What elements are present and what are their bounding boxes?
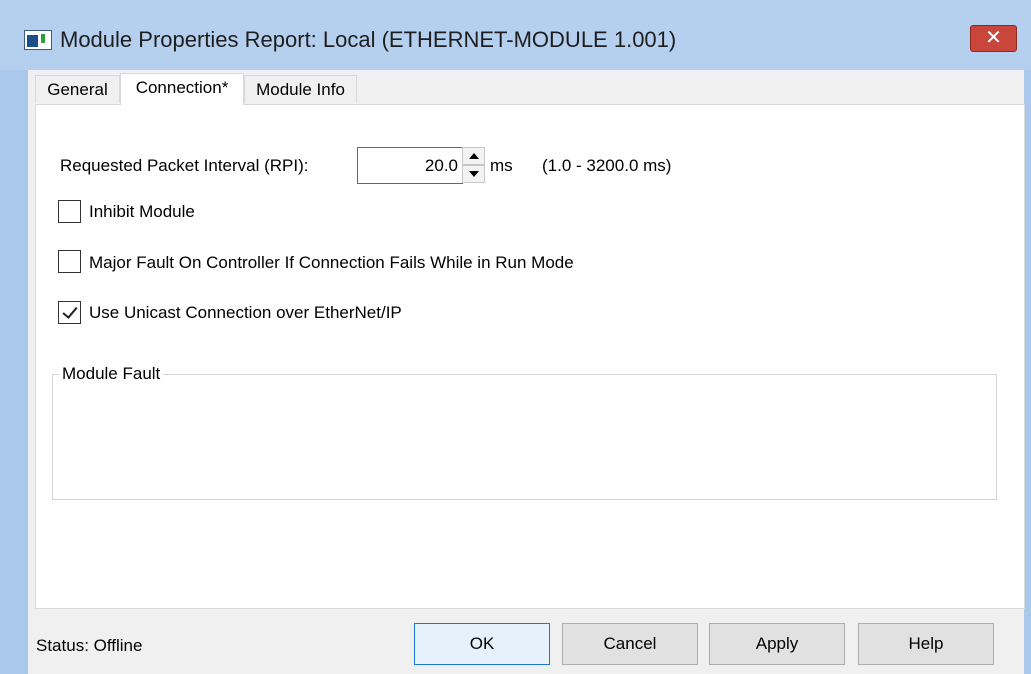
rpi-spinner[interactable] — [462, 147, 485, 184]
rpi-range: (1.0 - 3200.0 ms) — [542, 156, 672, 175]
app-icon — [24, 30, 52, 50]
connection-tab-panel — [35, 104, 1025, 609]
module-properties-window: Module Properties Report: Local (ETHERNE… — [0, 0, 1031, 674]
tab-connection[interactable]: Connection* — [120, 73, 244, 105]
module-fault-group: Module Fault — [52, 364, 997, 500]
help-button[interactable]: Help — [858, 623, 994, 665]
rpi-unit: ms — [490, 156, 513, 175]
rpi-label: Requested Packet Interval (RPI): — [60, 156, 309, 175]
major-fault-checkbox[interactable] — [58, 250, 81, 273]
title-bar[interactable]: Module Properties Report: Local (ETHERNE… — [0, 0, 1031, 70]
arrow-down-icon — [469, 171, 479, 177]
unicast-connection-checkbox[interactable] — [58, 301, 81, 324]
arrow-up-icon — [469, 153, 479, 159]
module-fault-legend: Module Fault — [59, 364, 164, 384]
tab-strip: General Connection* Module Info — [28, 73, 1024, 105]
rpi-input[interactable] — [357, 147, 463, 184]
checkmark-icon — [62, 303, 78, 319]
rpi-decrement-button[interactable] — [462, 165, 485, 183]
ok-button[interactable]: OK — [414, 623, 550, 665]
close-button[interactable]: ✕ — [970, 25, 1017, 52]
tab-module-info[interactable]: Module Info — [244, 75, 357, 103]
cancel-button[interactable]: Cancel — [562, 623, 698, 665]
inhibit-module-checkbox[interactable] — [58, 200, 81, 223]
apply-button[interactable]: Apply — [709, 623, 845, 665]
dialog-client-area: General Connection* Module Info Requeste… — [28, 70, 1025, 674]
major-fault-label[interactable]: Major Fault On Controller If Connection … — [89, 253, 574, 273]
unicast-connection-label[interactable]: Use Unicast Connection over EtherNet/IP — [89, 303, 402, 323]
window-title: Module Properties Report: Local (ETHERNE… — [60, 27, 677, 52]
tab-general[interactable]: General — [35, 75, 120, 103]
close-icon: ✕ — [985, 27, 1002, 49]
inhibit-module-label[interactable]: Inhibit Module — [89, 202, 195, 222]
rpi-increment-button[interactable] — [462, 147, 485, 165]
status-text: Status: Offline — [36, 636, 143, 655]
